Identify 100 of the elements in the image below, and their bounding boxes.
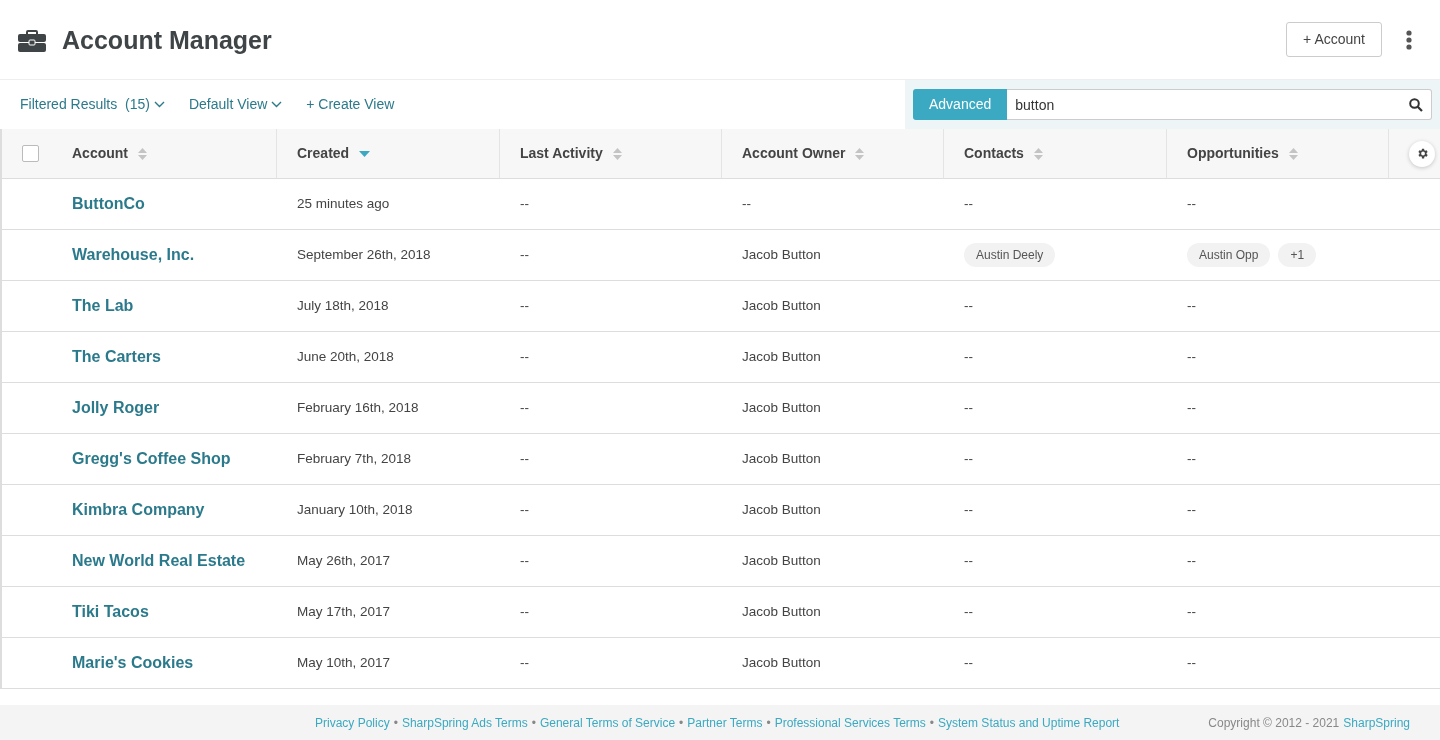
table-cell-text: -- [520,653,529,672]
column-header[interactable]: Account [72,143,128,164]
table-cell-text: -- [1187,398,1196,417]
table-cell-text: September 26th, 2018 [297,245,431,264]
column-header[interactable]: Last Activity [520,143,603,164]
sort-icon[interactable] [855,147,865,160]
sort-icon[interactable] [138,147,147,160]
settings-button[interactable] [1409,140,1435,167]
table-cell-text: -- [1187,551,1196,570]
footer-link[interactable]: SharpSpring Ads Terms [401,714,528,732]
table-cell-text: 25 minutes ago [297,194,390,213]
table-cell-text: -- [964,449,973,468]
account-link[interactable]: New World Real Estate [72,549,246,573]
search-field[interactable]: button [1007,89,1432,120]
table-cell-text: Jacob Button [742,245,821,264]
table-cell-text: -- [964,602,973,621]
footer-link[interactable]: Partner Terms [687,714,763,732]
account-link[interactable]: Gregg's Coffee Shop [72,447,231,471]
page-title: Account Manager [62,24,272,55]
table-cell-text: Jacob Button [742,449,821,468]
table-cell-text: -- [1187,500,1196,519]
sort-descending-icon[interactable] [359,150,371,157]
table-cell-text: February 7th, 2018 [297,449,412,468]
table-cell-text: Jacob Button [742,347,821,366]
table-cell-text: -- [1187,296,1196,315]
table-cell-text: -- [520,194,529,213]
table-cell-text: -- [742,194,751,213]
footer-link[interactable]: Professional Services Terms [774,714,926,732]
column-header[interactable]: Account Owner [742,143,846,164]
table-cell-text: -- [520,398,529,417]
chevron-down-icon [271,101,283,108]
table-cell-text: February 16th, 2018 [297,398,419,417]
table-cell-text: -- [520,551,529,570]
chevron-down-icon [153,101,165,108]
brand-link[interactable]: SharpSpring [1343,714,1410,732]
table-cell-text: Jacob Button [742,551,821,570]
briefcase-icon [18,27,46,52]
table-cell-text: -- [964,500,973,519]
table-cell-text: Jacob Button [742,296,821,315]
footer-link[interactable]: Privacy Policy [315,714,390,732]
table-cell-text: -- [520,347,529,366]
table-cell-text: June 20th, 2018 [297,347,394,366]
table-cell-text: -- [520,602,529,621]
table-cell-text: -- [520,449,529,468]
column-header[interactable]: Opportunities [1187,143,1279,164]
account-link[interactable]: Tiki Tacos [72,600,149,624]
footer-link[interactable]: General Terms of Service [539,714,676,732]
table-cell-text: -- [520,296,529,315]
add-account-button[interactable]: + Account [1286,22,1382,57]
sort-icon[interactable] [1033,147,1043,160]
table-cell-text: -- [520,500,529,519]
table-cell-text: July 18th, 2018 [297,296,389,315]
separator-dot: • [929,715,935,732]
account-link[interactable]: The Carters [72,345,161,369]
account-link[interactable]: The Lab [72,294,134,318]
table-cell-text: -- [1187,449,1196,468]
sort-icon[interactable] [1288,147,1298,160]
table-cell-text: Jacob Button [742,602,821,621]
account-link[interactable]: Jolly Roger [72,396,160,420]
separator-dot: • [679,715,684,732]
account-link[interactable]: Warehouse, Inc. [72,243,195,267]
separator-dot: • [766,715,771,732]
table-cell-text: -- [1187,194,1196,213]
contact-tag[interactable]: Austin Deely [964,243,1056,267]
account-link[interactable]: Marie's Cookies [72,651,194,675]
table-cell-text: Jacob Button [742,653,821,672]
column-header[interactable]: Contacts [964,143,1024,164]
table-cell-text: May 10th, 2017 [297,653,391,672]
table-cell-text: Jacob Button [742,398,821,417]
create-view-link[interactable]: + Create View [306,94,395,115]
advanced-search-button[interactable]: Advanced [913,89,1008,120]
table-cell-text: -- [964,398,973,417]
copyright-text: Copyright © 2012 - 2021 [1208,715,1340,732]
separator-dot: • [531,715,536,732]
table-cell-text: -- [520,245,529,264]
table-cell-text: -- [964,347,973,366]
table-cell-text: Jacob Button [742,500,821,519]
table-cell-text: -- [1187,347,1196,366]
account-link[interactable]: Kimbra Company [72,498,205,522]
table-cell-text: -- [1187,602,1196,621]
table-cell-text: -- [964,194,973,213]
table-cell-text: May 17th, 2017 [297,602,391,621]
separator-dot: • [393,715,398,732]
table-cell-text: May 26th, 2017 [297,551,391,570]
column-header[interactable]: Created [297,143,350,164]
table-cell-text: -- [964,296,973,315]
table-cell-text: January 10th, 2018 [297,500,413,519]
search-icon[interactable] [1409,98,1423,112]
table-cell-text: -- [964,653,973,672]
account-link[interactable]: ButtonCo [72,192,145,216]
select-all-checkbox[interactable] [22,145,39,162]
opportunity-tag[interactable]: Austin Opp [1187,243,1271,267]
view-dropdown[interactable]: Filtered Results (15) [20,94,165,115]
footer-link[interactable]: System Status and Uptime Report [938,714,1120,732]
view-dropdown[interactable]: Default View [188,94,283,115]
table-cell-text: -- [964,551,973,570]
table-cell-text: -- [1187,653,1196,672]
more-options-icon[interactable] [1406,29,1412,50]
sort-icon[interactable] [612,147,622,160]
opportunity-tag[interactable]: +1 [1278,243,1317,267]
